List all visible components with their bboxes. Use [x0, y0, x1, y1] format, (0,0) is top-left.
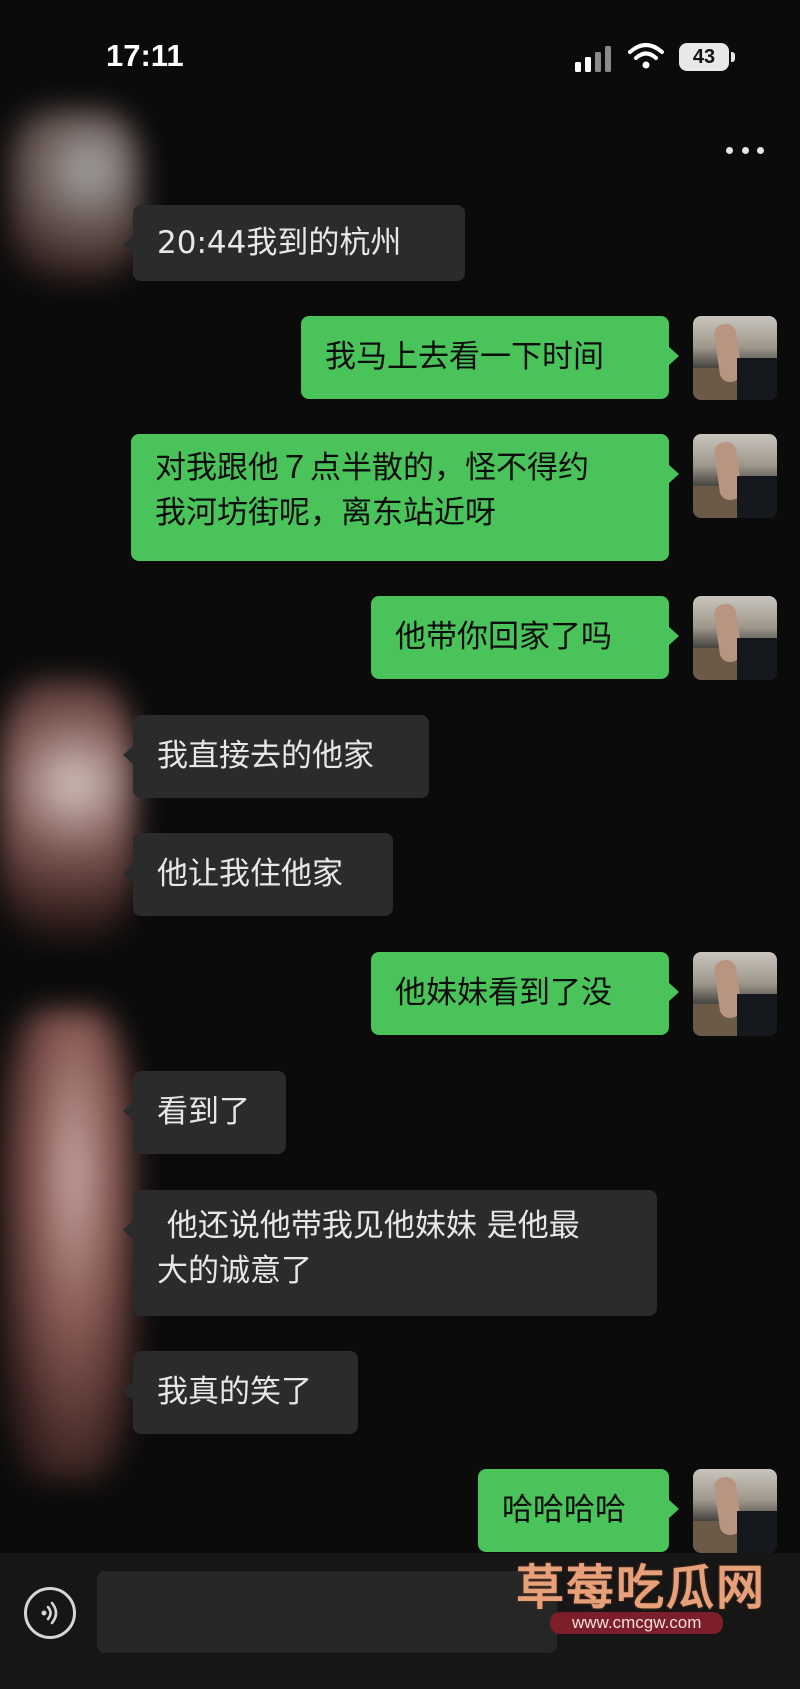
outgoing-message[interactable]: 哈哈哈哈 [478, 1469, 679, 1552]
my-avatar[interactable] [693, 1469, 777, 1553]
incoming-message[interactable]: 我直接去的他家 [123, 715, 429, 798]
status-time: 17:11 [106, 38, 184, 73]
watermark-title: 草莓吃瓜网 [516, 1560, 767, 1616]
voice-icon[interactable] [24, 1587, 76, 1639]
blurred-avatar [0, 1010, 135, 1480]
battery-indicator: 43 [679, 43, 729, 71]
outgoing-message[interactable]: 我马上去看一下时间 [301, 316, 679, 399]
watermark-url: www.cmcgw.com [550, 1612, 724, 1634]
blurred-avatar [10, 110, 140, 280]
incoming-message[interactable]: 他让我住他家 [123, 833, 393, 916]
watermark: 草莓吃瓜网 www.cmcgw.com [510, 1548, 790, 1640]
incoming-message[interactable]: 我真的笑了 [123, 1351, 358, 1434]
my-avatar[interactable] [693, 434, 777, 518]
incoming-message[interactable]: 他还说他带我见他妹妹 是他最 大的诚意了 [123, 1190, 657, 1316]
incoming-message[interactable]: 看到了 [123, 1071, 286, 1154]
outgoing-message[interactable]: 对我跟他７点半散的，怪不得约 我河坊街呢，离东站近呀 [131, 434, 679, 561]
outgoing-message[interactable]: 他妹妹看到了没 [371, 952, 679, 1035]
cellular-signal-icon [575, 46, 611, 72]
status-bar: 17:11 43 [0, 0, 800, 110]
outgoing-message[interactable]: 他带你回家了吗 [371, 596, 679, 679]
my-avatar[interactable] [693, 952, 777, 1036]
my-avatar[interactable] [693, 596, 777, 680]
ellipsis-icon[interactable] [722, 138, 768, 162]
incoming-message[interactable]: 20:44我到的杭州 [123, 205, 465, 281]
voice-wave-icon [41, 1601, 58, 1625]
my-avatar[interactable] [693, 316, 777, 400]
message-input[interactable] [97, 1571, 557, 1653]
blurred-avatar [0, 680, 135, 940]
wifi-icon [628, 43, 664, 69]
battery-tip [731, 52, 735, 62]
